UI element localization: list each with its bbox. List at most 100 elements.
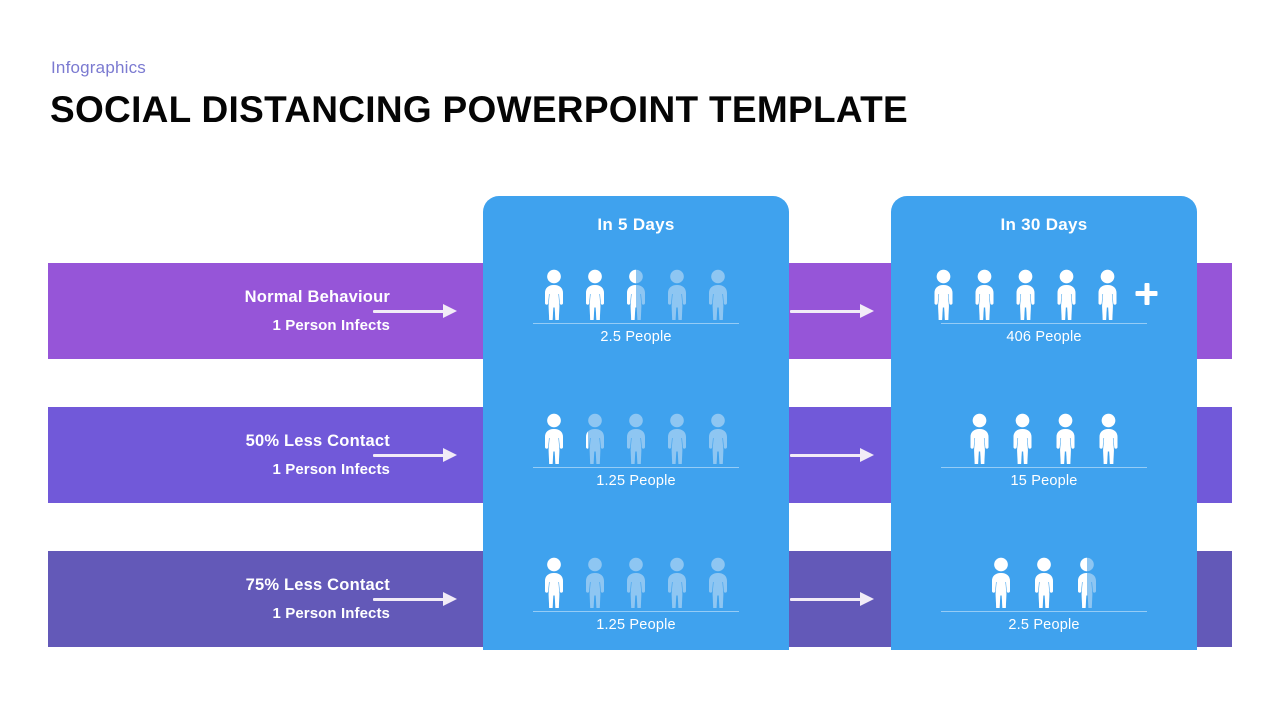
person-icon [662, 269, 692, 321]
row-title: 75% Less Contact [245, 575, 390, 594]
arrow-shaft [790, 453, 862, 457]
person-icon-fill [580, 413, 588, 465]
person-icon [621, 269, 651, 321]
person-icon [1029, 557, 1059, 609]
count-label: 2.5 People [600, 329, 672, 345]
person-icon-fill [1051, 413, 1081, 465]
plus-icon [1134, 269, 1160, 321]
column-in-5-days[interactable]: In 5 Days 2.5 People 1.25 People 1.25 Pe… [483, 196, 789, 650]
arrow-head [860, 304, 874, 318]
cell-divider [941, 467, 1147, 468]
person-icon [1094, 413, 1124, 465]
person-icon-fill [539, 269, 569, 321]
count-label: 1.25 People [596, 473, 676, 489]
person-icon-base [621, 557, 651, 609]
person-icon-base [621, 413, 651, 465]
arrow-head [443, 448, 457, 462]
count-label: 406 People [1006, 329, 1082, 345]
column-header-label: In 5 Days [597, 214, 675, 234]
people-icon-group [539, 557, 733, 609]
person-icon [662, 557, 692, 609]
person-icon-fill [1072, 557, 1087, 609]
row-subtitle: 1 Person Infects [272, 317, 390, 335]
row-subtitle: 1 Person Infects [272, 461, 390, 479]
cell-days5-row2: 1.25 People [483, 409, 789, 505]
person-icon-base [703, 269, 733, 321]
person-icon-fill [986, 557, 1016, 609]
person-icon-fill [539, 557, 566, 609]
arrow-shaft [790, 597, 862, 601]
cell-divider [533, 611, 739, 612]
arrow-shaft [373, 597, 445, 601]
arrow-right-icon [373, 304, 457, 318]
arrow-head [860, 592, 874, 606]
cell-days5-row1: 2.5 People [483, 265, 789, 361]
person-icon [703, 269, 733, 321]
cell-divider [533, 467, 739, 468]
row-subtitle: 1 Person Infects [272, 605, 390, 623]
cell-divider [941, 611, 1147, 612]
person-icon [539, 557, 569, 609]
person-icon [1011, 269, 1041, 321]
row-label-block: 75% Less Contact 1 Person Infects [178, 576, 390, 622]
cell-days30-row1: 406 People [891, 265, 1197, 361]
people-icon-group [539, 413, 733, 465]
cell-divider [533, 323, 739, 324]
arrow-shaft [790, 309, 862, 313]
arrow-head [443, 304, 457, 318]
person-icon [986, 557, 1016, 609]
row-label-block: Normal Behaviour 1 Person Infects [178, 288, 390, 334]
person-icon [539, 413, 569, 465]
column-in-30-days[interactable]: In 30 Days 406 People 15 People 2.5 Peop… [891, 196, 1197, 650]
cell-divider [941, 323, 1147, 324]
person-icon [1051, 413, 1081, 465]
person-icon [539, 269, 569, 321]
person-icon [1008, 413, 1038, 465]
person-icon [703, 557, 733, 609]
person-icon-base [703, 557, 733, 609]
person-icon-base [703, 413, 733, 465]
people-icon-group [929, 269, 1160, 321]
row-label-block: 50% Less Contact 1 Person Infects [178, 432, 390, 478]
arrow-right-icon [790, 592, 874, 606]
cell-days30-row3: 2.5 People [891, 553, 1197, 649]
person-icon-fill [1052, 269, 1082, 321]
person-icon-base [662, 557, 692, 609]
person-icon [1072, 557, 1102, 609]
person-icon [580, 413, 610, 465]
person-icon-fill [1008, 413, 1038, 465]
arrow-head [443, 592, 457, 606]
person-icon-fill [621, 269, 636, 321]
arrow-shaft [373, 453, 445, 457]
slide-canvas: Infographics SOCIAL DISTANCING POWERPOIN… [0, 0, 1280, 720]
row-title: 50% Less Contact [245, 431, 390, 450]
arrow-head [860, 448, 874, 462]
person-icon [703, 413, 733, 465]
arrow-right-icon [790, 448, 874, 462]
person-icon-fill [539, 413, 569, 465]
person-icon-base [662, 269, 692, 321]
person-icon [621, 413, 651, 465]
person-icon [580, 557, 610, 609]
people-icon-group [539, 269, 733, 321]
count-label: 2.5 People [1008, 617, 1080, 633]
person-icon [580, 269, 610, 321]
person-icon-fill [1094, 413, 1124, 465]
column-header-label: In 30 Days [1000, 214, 1088, 234]
count-label: 15 People [1010, 473, 1078, 489]
arrow-shaft [373, 309, 445, 313]
person-icon-fill [1011, 269, 1041, 321]
person-icon-fill [580, 269, 610, 321]
arrow-right-icon [373, 448, 457, 462]
person-icon-fill [1093, 269, 1123, 321]
person-icon-fill [965, 413, 995, 465]
arrow-right-icon [373, 592, 457, 606]
person-icon [965, 413, 995, 465]
person-icon [970, 269, 1000, 321]
person-icon-fill [929, 269, 959, 321]
arrow-right-icon [790, 304, 874, 318]
person-icon [929, 269, 959, 321]
person-icon-fill [970, 269, 1000, 321]
person-icon [1093, 269, 1123, 321]
row-title: Normal Behaviour [244, 287, 390, 306]
